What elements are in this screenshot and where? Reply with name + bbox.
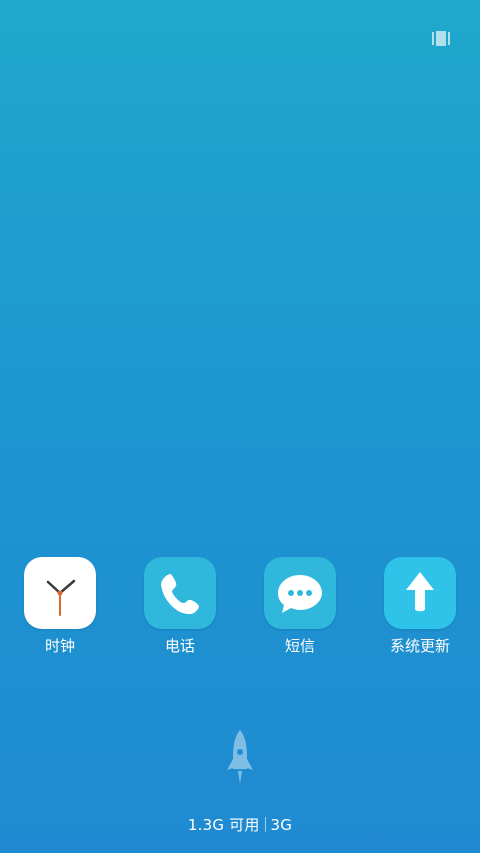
rocket-icon[interactable]	[224, 728, 256, 790]
app-system-update[interactable]: 系统更新	[360, 557, 480, 667]
message-icon[interactable]	[264, 557, 336, 629]
network-type-text: 3G	[270, 816, 293, 834]
app-dock: 时钟 电话 短信 系统更新	[0, 557, 480, 677]
app-label-sms: 短信	[284, 637, 315, 655]
memory-status: 1.3G 可用 3G	[0, 814, 480, 835]
phone-icon[interactable]	[144, 557, 216, 629]
status-divider	[264, 817, 266, 832]
memory-available-text: 1.3G 可用	[187, 816, 260, 834]
app-clock[interactable]: 时钟	[0, 557, 120, 667]
update-arrow-icon[interactable]	[384, 557, 456, 629]
app-sms[interactable]: 短信	[240, 557, 360, 667]
app-label-system-update: 系统更新	[389, 637, 450, 655]
clock-icon[interactable]	[24, 557, 96, 629]
app-phone[interactable]: 电话	[120, 557, 240, 667]
recents-icon[interactable]	[432, 31, 450, 46]
app-label-phone: 电话	[164, 637, 195, 655]
app-label-clock: 时钟	[44, 637, 75, 655]
